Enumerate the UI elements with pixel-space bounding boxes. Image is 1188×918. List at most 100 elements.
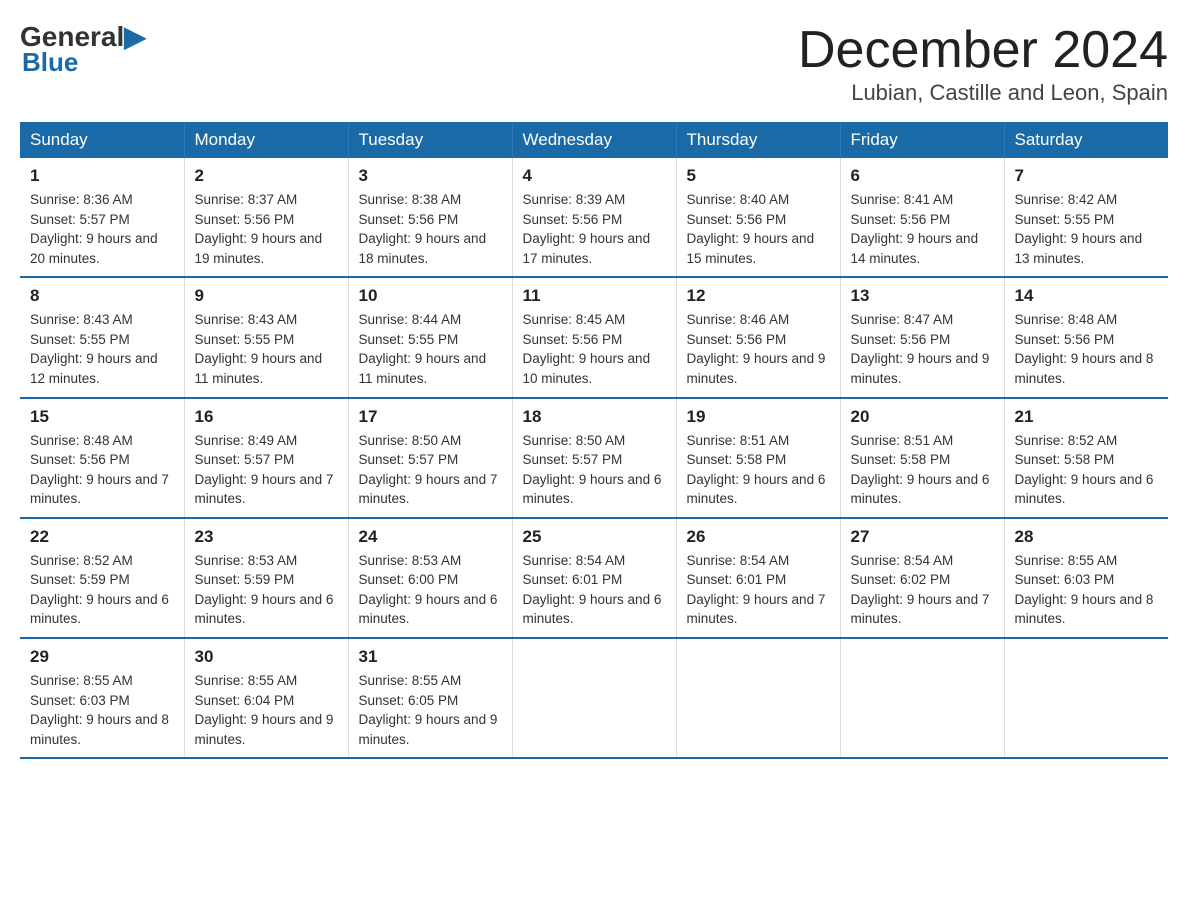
day-info: Sunrise: 8:51 AM Sunset: 5:58 PM Dayligh… — [851, 431, 994, 509]
day-number: 22 — [30, 527, 174, 547]
day-info: Sunrise: 8:50 AM Sunset: 5:57 PM Dayligh… — [523, 431, 666, 509]
day-info: Sunrise: 8:46 AM Sunset: 5:56 PM Dayligh… — [687, 310, 830, 388]
logo-blue-text: ▶ — [124, 20, 146, 53]
day-number: 4 — [523, 166, 666, 186]
calendar-day-cell: 1 Sunrise: 8:36 AM Sunset: 5:57 PM Dayli… — [20, 158, 184, 277]
day-number: 17 — [359, 407, 502, 427]
day-info: Sunrise: 8:55 AM Sunset: 6:04 PM Dayligh… — [195, 671, 338, 749]
day-number: 15 — [30, 407, 174, 427]
calendar-day-cell: 14 Sunrise: 8:48 AM Sunset: 5:56 PM Dayl… — [1004, 277, 1168, 397]
logo-blue-word: Blue — [22, 47, 78, 78]
calendar-day-cell: 8 Sunrise: 8:43 AM Sunset: 5:55 PM Dayli… — [20, 277, 184, 397]
day-number: 26 — [687, 527, 830, 547]
day-info: Sunrise: 8:42 AM Sunset: 5:55 PM Dayligh… — [1015, 190, 1159, 268]
calendar-day-cell: 29 Sunrise: 8:55 AM Sunset: 6:03 PM Dayl… — [20, 638, 184, 758]
title-section: December 2024 Lubian, Castille and Leon,… — [798, 20, 1168, 106]
calendar-day-cell: 25 Sunrise: 8:54 AM Sunset: 6:01 PM Dayl… — [512, 518, 676, 638]
calendar-day-cell — [1004, 638, 1168, 758]
calendar-day-cell — [840, 638, 1004, 758]
weekday-header-thursday: Thursday — [676, 122, 840, 158]
calendar-day-cell: 2 Sunrise: 8:37 AM Sunset: 5:56 PM Dayli… — [184, 158, 348, 277]
day-number: 28 — [1015, 527, 1159, 547]
calendar-day-cell: 5 Sunrise: 8:40 AM Sunset: 5:56 PM Dayli… — [676, 158, 840, 277]
calendar-day-cell: 15 Sunrise: 8:48 AM Sunset: 5:56 PM Dayl… — [20, 398, 184, 518]
day-number: 23 — [195, 527, 338, 547]
day-number: 20 — [851, 407, 994, 427]
day-info: Sunrise: 8:54 AM Sunset: 6:01 PM Dayligh… — [687, 551, 830, 629]
day-number: 13 — [851, 286, 994, 306]
day-number: 11 — [523, 286, 666, 306]
day-number: 2 — [195, 166, 338, 186]
weekday-header-row: SundayMondayTuesdayWednesdayThursdayFrid… — [20, 122, 1168, 158]
calendar-day-cell: 13 Sunrise: 8:47 AM Sunset: 5:56 PM Dayl… — [840, 277, 1004, 397]
day-info: Sunrise: 8:53 AM Sunset: 6:00 PM Dayligh… — [359, 551, 502, 629]
calendar-day-cell: 27 Sunrise: 8:54 AM Sunset: 6:02 PM Dayl… — [840, 518, 1004, 638]
day-number: 18 — [523, 407, 666, 427]
calendar-day-cell: 23 Sunrise: 8:53 AM Sunset: 5:59 PM Dayl… — [184, 518, 348, 638]
day-number: 31 — [359, 647, 502, 667]
day-number: 21 — [1015, 407, 1159, 427]
day-number: 30 — [195, 647, 338, 667]
calendar-day-cell: 7 Sunrise: 8:42 AM Sunset: 5:55 PM Dayli… — [1004, 158, 1168, 277]
weekday-header-friday: Friday — [840, 122, 1004, 158]
day-number: 3 — [359, 166, 502, 186]
day-number: 19 — [687, 407, 830, 427]
calendar-day-cell: 3 Sunrise: 8:38 AM Sunset: 5:56 PM Dayli… — [348, 158, 512, 277]
page-header: General ▶ Blue December 2024 Lubian, Cas… — [20, 20, 1168, 106]
day-info: Sunrise: 8:41 AM Sunset: 5:56 PM Dayligh… — [851, 190, 994, 268]
calendar-day-cell: 31 Sunrise: 8:55 AM Sunset: 6:05 PM Dayl… — [348, 638, 512, 758]
calendar-day-cell: 28 Sunrise: 8:55 AM Sunset: 6:03 PM Dayl… — [1004, 518, 1168, 638]
day-number: 9 — [195, 286, 338, 306]
logo: General ▶ Blue — [20, 20, 146, 78]
day-info: Sunrise: 8:36 AM Sunset: 5:57 PM Dayligh… — [30, 190, 174, 268]
calendar-day-cell: 9 Sunrise: 8:43 AM Sunset: 5:55 PM Dayli… — [184, 277, 348, 397]
calendar-day-cell: 6 Sunrise: 8:41 AM Sunset: 5:56 PM Dayli… — [840, 158, 1004, 277]
day-number: 1 — [30, 166, 174, 186]
calendar-week-row: 15 Sunrise: 8:48 AM Sunset: 5:56 PM Dayl… — [20, 398, 1168, 518]
day-number: 7 — [1015, 166, 1159, 186]
day-info: Sunrise: 8:45 AM Sunset: 5:56 PM Dayligh… — [523, 310, 666, 388]
day-info: Sunrise: 8:39 AM Sunset: 5:56 PM Dayligh… — [523, 190, 666, 268]
day-info: Sunrise: 8:43 AM Sunset: 5:55 PM Dayligh… — [30, 310, 174, 388]
calendar-day-cell: 10 Sunrise: 8:44 AM Sunset: 5:55 PM Dayl… — [348, 277, 512, 397]
day-info: Sunrise: 8:40 AM Sunset: 5:56 PM Dayligh… — [687, 190, 830, 268]
calendar-day-cell: 20 Sunrise: 8:51 AM Sunset: 5:58 PM Dayl… — [840, 398, 1004, 518]
day-info: Sunrise: 8:37 AM Sunset: 5:56 PM Dayligh… — [195, 190, 338, 268]
day-number: 10 — [359, 286, 502, 306]
calendar-table: SundayMondayTuesdayWednesdayThursdayFrid… — [20, 122, 1168, 759]
calendar-day-cell: 19 Sunrise: 8:51 AM Sunset: 5:58 PM Dayl… — [676, 398, 840, 518]
weekday-header-wednesday: Wednesday — [512, 122, 676, 158]
calendar-day-cell: 30 Sunrise: 8:55 AM Sunset: 6:04 PM Dayl… — [184, 638, 348, 758]
day-number: 29 — [30, 647, 174, 667]
day-info: Sunrise: 8:48 AM Sunset: 5:56 PM Dayligh… — [30, 431, 174, 509]
calendar-day-cell — [512, 638, 676, 758]
day-number: 14 — [1015, 286, 1159, 306]
day-info: Sunrise: 8:55 AM Sunset: 6:03 PM Dayligh… — [1015, 551, 1159, 629]
day-info: Sunrise: 8:43 AM Sunset: 5:55 PM Dayligh… — [195, 310, 338, 388]
day-number: 5 — [687, 166, 830, 186]
weekday-header-monday: Monday — [184, 122, 348, 158]
day-info: Sunrise: 8:47 AM Sunset: 5:56 PM Dayligh… — [851, 310, 994, 388]
calendar-day-cell: 21 Sunrise: 8:52 AM Sunset: 5:58 PM Dayl… — [1004, 398, 1168, 518]
weekday-header-saturday: Saturday — [1004, 122, 1168, 158]
day-number: 27 — [851, 527, 994, 547]
month-title: December 2024 — [798, 20, 1168, 80]
day-info: Sunrise: 8:38 AM Sunset: 5:56 PM Dayligh… — [359, 190, 502, 268]
weekday-header-tuesday: Tuesday — [348, 122, 512, 158]
calendar-week-row: 8 Sunrise: 8:43 AM Sunset: 5:55 PM Dayli… — [20, 277, 1168, 397]
day-info: Sunrise: 8:52 AM Sunset: 5:58 PM Dayligh… — [1015, 431, 1159, 509]
calendar-day-cell: 22 Sunrise: 8:52 AM Sunset: 5:59 PM Dayl… — [20, 518, 184, 638]
day-info: Sunrise: 8:51 AM Sunset: 5:58 PM Dayligh… — [687, 431, 830, 509]
day-number: 16 — [195, 407, 338, 427]
calendar-day-cell: 12 Sunrise: 8:46 AM Sunset: 5:56 PM Dayl… — [676, 277, 840, 397]
day-info: Sunrise: 8:53 AM Sunset: 5:59 PM Dayligh… — [195, 551, 338, 629]
day-info: Sunrise: 8:54 AM Sunset: 6:02 PM Dayligh… — [851, 551, 994, 629]
location-title: Lubian, Castille and Leon, Spain — [798, 80, 1168, 106]
day-number: 6 — [851, 166, 994, 186]
day-number: 24 — [359, 527, 502, 547]
day-info: Sunrise: 8:55 AM Sunset: 6:05 PM Dayligh… — [359, 671, 502, 749]
day-number: 8 — [30, 286, 174, 306]
day-number: 12 — [687, 286, 830, 306]
calendar-day-cell: 24 Sunrise: 8:53 AM Sunset: 6:00 PM Dayl… — [348, 518, 512, 638]
calendar-day-cell: 4 Sunrise: 8:39 AM Sunset: 5:56 PM Dayli… — [512, 158, 676, 277]
